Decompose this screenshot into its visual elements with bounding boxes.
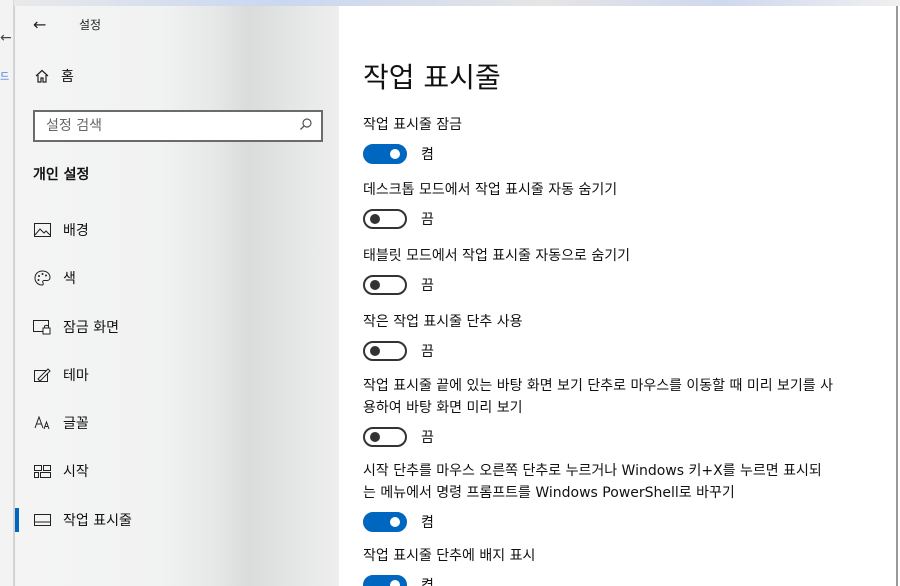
sidebar-item-color[interactable]: 색 xyxy=(15,258,339,298)
toggle-knob xyxy=(390,149,400,159)
toggle-state-label: 켬 xyxy=(421,147,434,163)
setting-peek-preview: 작업 표시줄 끝에 있는 바탕 화면 보기 단추로 마우스를 이동할 때 미리 … xyxy=(363,375,833,447)
setting-small-buttons: 작은 작업 표시줄 단추 사용 끔 xyxy=(363,311,833,361)
sidebar-item-lock-screen[interactable]: 잠금 화면 xyxy=(15,307,339,347)
setting-label: 작업 표시줄 단추에 배지 표시 xyxy=(363,548,536,564)
home-icon xyxy=(33,67,51,85)
setting-label: 데스크톱 모드에서 작업 표시줄 자동 숨기기 xyxy=(363,182,618,198)
sidebar-item-label: 글꼴 xyxy=(63,416,89,432)
toggle-switch[interactable] xyxy=(363,275,407,295)
toggle-switch[interactable] xyxy=(363,144,407,164)
page-title: 작업 표시줄 xyxy=(363,61,501,94)
picture-icon xyxy=(33,221,51,239)
home-label: 홈 xyxy=(61,69,74,85)
toggle-knob xyxy=(390,580,400,586)
toggle-state-label: 켬 xyxy=(421,515,434,531)
sidebar-item-theme[interactable]: 테마 xyxy=(15,355,339,395)
toggle-switch[interactable] xyxy=(363,512,407,532)
toggle-switch[interactable] xyxy=(363,209,407,229)
sidebar-item-fonts[interactable]: 글꼴 xyxy=(15,403,339,443)
sidebar-item-label: 배경 xyxy=(63,223,89,239)
toggle-state-label: 끔 xyxy=(421,278,434,294)
toggle-state-label: 끔 xyxy=(421,212,434,228)
section-title: 개인 설정 xyxy=(33,167,90,183)
setting-desktop-autohide: 데스크톱 모드에서 작업 표시줄 자동 숨기기 끔 xyxy=(363,179,833,229)
font-icon xyxy=(33,414,51,432)
setting-show-badges: 작업 표시줄 단추에 배지 표시 켬 xyxy=(363,545,833,586)
sidebar: ← 설정 홈 개인 설정 배경 xyxy=(15,6,339,586)
sidebar-item-label: 테마 xyxy=(63,368,89,384)
main-content: 작업 표시줄 작업 표시줄 잠금 켬 데스크톱 모드에서 작업 표시줄 자동 숨… xyxy=(339,6,897,586)
sidebar-item-background[interactable]: 배경 xyxy=(15,210,339,250)
toggle-knob xyxy=(370,346,380,356)
setting-tablet-autohide: 태블릿 모드에서 작업 표시줄 자동으로 숨기기 끔 xyxy=(363,245,833,295)
toggle-switch[interactable] xyxy=(363,575,407,586)
title-bar: ← 설정 xyxy=(33,12,101,36)
search-box[interactable] xyxy=(33,110,323,142)
setting-label: 작업 표시줄 끝에 있는 바탕 화면 보기 단추로 마우스를 이동할 때 미리 … xyxy=(363,378,834,416)
sidebar-item-label: 색 xyxy=(63,271,76,287)
sidebar-item-start[interactable]: 시작 xyxy=(15,451,339,491)
window-title: 설정 xyxy=(79,17,102,32)
toggle-knob xyxy=(370,432,380,442)
setting-label: 태블릿 모드에서 작업 표시줄 자동으로 숨기기 xyxy=(363,248,630,264)
sidebar-item-taskbar[interactable]: 작업 표시줄 xyxy=(15,500,339,540)
toggle-state-label: 끔 xyxy=(421,430,434,446)
sidebar-item-label: 시작 xyxy=(63,464,89,480)
theme-icon xyxy=(33,366,51,384)
toggle-knob xyxy=(370,280,380,290)
search-input[interactable] xyxy=(46,118,291,134)
home-nav-item[interactable]: 홈 xyxy=(33,66,74,86)
screen: ← 드 ← 설정 홈 개인 설정 xyxy=(0,0,900,586)
toggle-state-label: 켬 xyxy=(421,578,434,586)
toggle-state-label: 끔 xyxy=(421,344,434,360)
toggle-switch[interactable] xyxy=(363,341,407,361)
start-icon xyxy=(33,462,51,480)
toggle-knob xyxy=(390,517,400,527)
lock-screen-icon xyxy=(33,318,51,336)
palette-icon xyxy=(33,269,51,287)
toggle-knob xyxy=(370,214,380,224)
browser-tab-text[interactable]: 드 xyxy=(0,68,9,83)
setting-label: 시작 단추를 마우스 오른쪽 단추로 누르거나 Windows 키+X를 누르면… xyxy=(363,463,822,501)
back-arrow-icon[interactable]: ← xyxy=(33,15,55,34)
settings-window: ← 설정 홈 개인 설정 배경 xyxy=(14,6,898,586)
taskbar-icon xyxy=(33,511,51,529)
sidebar-item-label: 잠금 화면 xyxy=(63,320,119,336)
setting-taskbar-lock: 작업 표시줄 잠금 켬 xyxy=(363,114,833,164)
toggle-switch[interactable] xyxy=(363,427,407,447)
sidebar-item-label: 작업 표시줄 xyxy=(63,513,132,529)
search-icon[interactable] xyxy=(291,117,321,135)
setting-label: 작은 작업 표시줄 단추 사용 xyxy=(363,314,523,330)
setting-powershell-replace: 시작 단추를 마우스 오른쪽 단추로 누르거나 Windows 키+X를 누르면… xyxy=(363,460,833,532)
browser-back-icon[interactable]: ← xyxy=(0,30,12,46)
setting-label: 작업 표시줄 잠금 xyxy=(363,117,463,133)
background-browser-window: ← 드 xyxy=(0,0,14,586)
